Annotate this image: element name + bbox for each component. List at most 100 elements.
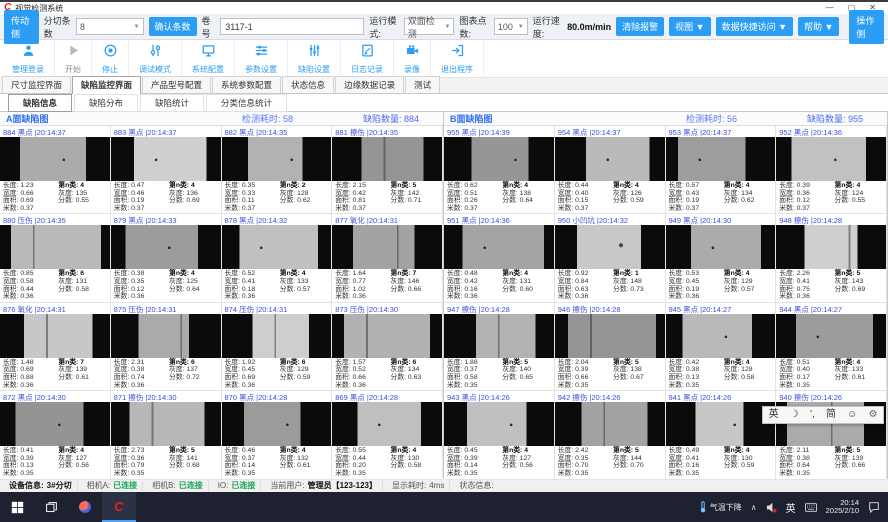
defect-cell[interactable]: 879 黑点 |20:14:33长度: 0.38宽度: 0.35面积: 0.12… bbox=[111, 214, 222, 302]
defect-cell[interactable]: 870 黑点 |20:14:28长度: 0.46宽度: 0.37面积: 0.14… bbox=[222, 391, 333, 479]
taskbar-app-icon[interactable] bbox=[68, 492, 102, 522]
stat-width: 宽度: 0.41 bbox=[225, 278, 278, 286]
defect-image bbox=[222, 402, 332, 446]
defect-stats-left: 长度: 2.31宽度: 0.38面积: 0.74米数: 0.36 bbox=[114, 359, 167, 389]
defect-cell[interactable]: 946 擦伤 |20:14:28长度: 2.04宽度: 0.39面积: 0.66… bbox=[555, 303, 666, 391]
defect-cell[interactable]: 883 黑点 |20:14:37长度: 0.47宽度: 0.46面积: 0.19… bbox=[111, 126, 222, 214]
moon-icon[interactable]: ☽ bbox=[790, 409, 799, 421]
tool-button-user[interactable]: 管理登录 bbox=[2, 40, 55, 77]
taskbar-active-app-icon[interactable]: C bbox=[102, 492, 136, 522]
main-tab-5[interactable]: 边缘数据记录 bbox=[335, 76, 404, 93]
tool-button-log[interactable]: 日志记录 bbox=[341, 40, 394, 77]
defect-cell[interactable]: 941 黑点 |20:14:26长度: 0.49宽度: 0.41面积: 0.16… bbox=[666, 391, 777, 479]
defect-cell[interactable]: 882 黑点 |20:14:35长度: 0.35宽度: 0.33面积: 0.11… bbox=[222, 126, 333, 214]
stat-gray: 灰度: 133 bbox=[280, 278, 328, 286]
tool-button-stop[interactable]: 停止 bbox=[92, 40, 129, 77]
defect-cell[interactable]: 869 黑点 |20:14:28长度: 0.55宽度: 0.44面积: 0.20… bbox=[332, 391, 443, 479]
sub-tab-1[interactable]: 缺陷分布 bbox=[74, 94, 138, 112]
tool-button-sliders-h[interactable]: 参数设置 bbox=[235, 40, 288, 77]
main-tab-4[interactable]: 状态信息 bbox=[282, 76, 334, 93]
defect-stats: 长度: 0.45宽度: 0.39面积: 0.14米数: 0.35第n类: 4灰度… bbox=[444, 446, 554, 478]
defect-cell[interactable]: 871 擦伤 |20:14:30长度: 2.73宽度: 0.36面积: 0.79… bbox=[111, 391, 222, 479]
chart-points-select[interactable]: 100 ▼ bbox=[494, 18, 528, 35]
main-tab-1[interactable]: 缺陷监控界面 bbox=[72, 76, 141, 94]
operation-side-tag[interactable]: 操作侧 bbox=[849, 10, 884, 44]
main-tab-6[interactable]: 测试 bbox=[405, 76, 440, 93]
defect-cell[interactable]: 876 氧化 |20:14:31长度: 1.48宽度: 0.69面积: 0.88… bbox=[0, 303, 111, 391]
defect-cell[interactable]: 945 黑点 |20:14:27长度: 0.42宽度: 0.38面积: 0.13… bbox=[666, 303, 777, 391]
defect-cell-header: 945 黑点 |20:14:27 bbox=[666, 303, 776, 314]
weather-widget[interactable]: 气温下降 bbox=[699, 501, 742, 513]
defect-cell[interactable]: 943 黑点 |20:14:26长度: 0.45宽度: 0.39面积: 0.14… bbox=[444, 391, 555, 479]
sub-tab-0[interactable]: 缺陷信息 bbox=[8, 94, 72, 112]
defect-cell[interactable]: 874 压伤 |20:14:31长度: 1.92宽度: 0.45面积: 0.69… bbox=[222, 303, 333, 391]
stat-class: 第n类: 4 bbox=[58, 182, 106, 190]
defect-cell[interactable]: 875 压伤 |20:14:31长度: 2.31宽度: 0.38面积: 0.74… bbox=[111, 303, 222, 391]
stat-class: 第n类: 4 bbox=[169, 270, 217, 278]
view-menu-button[interactable]: 视图 ▼ bbox=[669, 17, 710, 36]
ime-english-toggle[interactable]: 英 bbox=[769, 409, 779, 421]
data-quick-access-menu-button[interactable]: 数据快捷访问 ▼ bbox=[716, 17, 793, 36]
defect-cell[interactable]: 955 黑点 |20:14:39长度: 0.62宽度: 0.51面积: 0.26… bbox=[444, 126, 555, 214]
tune-icon bbox=[148, 43, 163, 63]
defect-cell[interactable]: 884 黑点 |20:14:37长度: 1.23宽度: 0.66面积: 0.69… bbox=[0, 126, 111, 214]
run-mode-select[interactable]: 双面检测 ▼ bbox=[404, 18, 455, 35]
defect-cell[interactable]: 942 擦伤 |20:14:26长度: 2.42宽度: 0.35面积: 0.70… bbox=[555, 391, 666, 479]
tool-button-play[interactable]: 开始 bbox=[55, 40, 92, 77]
defect-cell[interactable]: 954 黑点 |20:14:37长度: 0.44宽度: 0.40面积: 0.15… bbox=[555, 126, 666, 214]
emoji-icon[interactable]: ☺ bbox=[847, 409, 857, 421]
clear-alarm-button[interactable]: 清除报警 bbox=[616, 17, 664, 36]
tool-button-sliders-v[interactable]: 缺陷设置 bbox=[288, 40, 341, 77]
gear-icon[interactable]: ⚙ bbox=[868, 409, 877, 421]
defect-cell-header: 877 氧化 |20:14:31 bbox=[332, 214, 442, 225]
drive-side-tag[interactable]: 传动侧 bbox=[4, 10, 39, 44]
defect-cell[interactable]: 880 压伤 |20:14:35长度: 0.85宽度: 0.58面积: 0.44… bbox=[0, 214, 111, 302]
main-tab-0[interactable]: 尺寸监控界面 bbox=[2, 76, 71, 93]
defect-cell[interactable]: 953 黑点 |20:14:37长度: 0.57宽度: 0.43面积: 0.19… bbox=[666, 126, 777, 214]
volume-muted-icon[interactable] bbox=[766, 502, 777, 513]
ime-simplified-toggle[interactable]: 简 bbox=[826, 409, 836, 421]
defect-cell[interactable]: 873 压伤 |20:14:30长度: 1.57宽度: 0.52面积: 0.66… bbox=[332, 303, 443, 391]
defect-cell[interactable]: 878 黑点 |20:14:32长度: 0.52宽度: 0.41面积: 0.18… bbox=[222, 214, 333, 302]
stat-area: 面积: 0.64 bbox=[779, 462, 832, 470]
sub-tab-2[interactable]: 缺陷统计 bbox=[140, 94, 204, 112]
stat-area: 面积: 0.26 bbox=[447, 197, 500, 205]
main-tab-3[interactable]: 系统参数配置 bbox=[212, 76, 281, 93]
split-count-select[interactable]: 8 ▼ bbox=[76, 18, 143, 35]
task-view-button[interactable] bbox=[34, 492, 68, 522]
defect-cell[interactable]: 944 黑点 |20:14:27长度: 0.51宽度: 0.40面积: 0.17… bbox=[776, 303, 887, 391]
defect-cell[interactable]: 881 擦伤 |20:14:35长度: 2.15宽度: 0.42面积: 0.81… bbox=[332, 126, 443, 214]
tool-button-tune[interactable]: 调试模式 bbox=[129, 40, 182, 77]
defect-cell[interactable]: 947 擦伤 |20:14:28长度: 1.88宽度: 0.37面积: 0.58… bbox=[444, 303, 555, 391]
defect-cell[interactable]: 872 黑点 |20:14:30长度: 0.41宽度: 0.39面积: 0.13… bbox=[0, 391, 111, 479]
notification-center-icon[interactable] bbox=[868, 501, 880, 513]
help-menu-button[interactable]: 帮助 ▼ bbox=[798, 17, 839, 36]
detection-time: 检测耗时: 58 bbox=[242, 112, 293, 125]
app-ball-icon bbox=[79, 501, 91, 513]
tool-button-monitor[interactable]: 系统配置 bbox=[182, 40, 235, 77]
defect-cell[interactable]: 952 黑点 |20:14:36长度: 0.39宽度: 0.36面积: 0.12… bbox=[776, 126, 887, 214]
main-tab-2[interactable]: 产品型号配置 bbox=[142, 76, 211, 93]
ime-language-indicator[interactable]: 英 bbox=[786, 500, 796, 515]
confirm-count-button[interactable]: 确认条数 bbox=[149, 17, 197, 36]
tool-button-camera[interactable]: 录像 bbox=[394, 40, 431, 77]
defect-cell[interactable]: 940 擦伤 |20:14:26长度: 2.11宽度: 0.38面积: 0.64… bbox=[776, 391, 887, 479]
clock[interactable]: 20:14 2025/2/10 bbox=[826, 499, 859, 516]
stat-area: 面积: 0.12 bbox=[779, 197, 832, 205]
defect-stats-left: 长度: 0.39宽度: 0.36面积: 0.12米数: 0.37 bbox=[779, 182, 832, 212]
touch-keyboard-icon[interactable] bbox=[805, 503, 817, 512]
tool-button-exit[interactable]: 退出程序 bbox=[431, 40, 484, 77]
minimize-button[interactable]: — bbox=[826, 3, 834, 13]
stat-length: 长度: 1.64 bbox=[335, 270, 388, 278]
defect-cell[interactable]: 951 黑点 |20:14:36长度: 0.48宽度: 0.42面积: 0.16… bbox=[444, 214, 555, 302]
start-button[interactable] bbox=[0, 492, 34, 522]
defect-cell[interactable]: 950 小凹坑 |20:14:32长度: 0.92宽度: 0.84面积: 0.6… bbox=[555, 214, 666, 302]
defect-cell[interactable]: 877 氧化 |20:14:31长度: 1.64宽度: 0.77面积: 1.02… bbox=[332, 214, 443, 302]
defect-cell[interactable]: 949 黑点 |20:14:30长度: 0.53宽度: 0.45面积: 0.19… bbox=[666, 214, 777, 302]
stat-class: 第n类: 5 bbox=[835, 447, 883, 455]
sub-tab-3[interactable]: 分类信息统计 bbox=[206, 94, 287, 112]
ime-punctuation-toggle[interactable]: ’, bbox=[810, 409, 815, 421]
roll-number-input[interactable]: 3117-1 bbox=[220, 18, 364, 35]
tray-expand-chevron[interactable]: ∧ bbox=[751, 503, 757, 512]
defect-cell[interactable]: 948 擦伤 |20:14:28长度: 2.26宽度: 0.41面积: 0.75… bbox=[776, 214, 887, 302]
